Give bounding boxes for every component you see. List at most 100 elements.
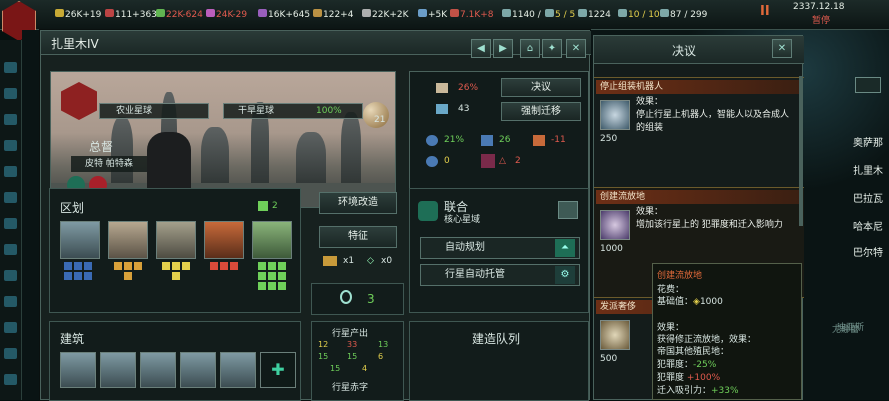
resource-research[interactable]: +5K [418, 9, 447, 20]
sector-manage-icon[interactable] [558, 201, 578, 219]
deposits-box[interactable]: 3 [311, 283, 404, 315]
minerals-icon [105, 9, 114, 17]
resource-capacity[interactable]: 87 / 299 [660, 9, 707, 20]
warning-icon: △ [499, 156, 506, 166]
housing-stat[interactable]: -11 [533, 135, 566, 146]
output-value: 6 [378, 352, 384, 361]
outliner-planet[interactable]: 奥萨那 [853, 134, 883, 149]
outliner-icon[interactable] [4, 348, 17, 359]
decision-cost: 500 [600, 354, 618, 364]
auto-manage-toggle[interactable]: 行星自动托管 ⚙ [420, 264, 580, 286]
trait-count-a[interactable]: x1 [323, 256, 354, 266]
close-icon[interactable]: ✕ [772, 39, 792, 58]
close-icon[interactable]: ✕ [566, 39, 586, 58]
auto-build-toggle[interactable]: 自动规划 ⏶ [420, 237, 580, 259]
capacity-icon [660, 9, 669, 17]
unemployed-stat[interactable]: △ 2 [481, 154, 521, 168]
next-planet-button[interactable]: ▶ [493, 39, 513, 58]
resource-influence[interactable]: 122+4 [313, 9, 353, 20]
outliner-icon[interactable] [4, 270, 17, 281]
resource-envoys[interactable]: 5 / 5 [545, 9, 575, 20]
outliner-icon[interactable] [4, 192, 17, 203]
trait-count-b[interactable]: ◇ x0 [367, 256, 392, 266]
outliner-icon[interactable] [4, 218, 17, 229]
outliner-icon[interactable] [4, 166, 17, 177]
output-value: 15 [318, 352, 329, 361]
outliner-icon[interactable] [4, 62, 17, 73]
industrial-district-tile[interactable] [108, 221, 148, 259]
gear-icon: ⚙ [555, 266, 575, 284]
mining-district-tile[interactable] [204, 221, 244, 259]
alloys-icon [258, 9, 267, 17]
building-slot[interactable] [220, 352, 256, 388]
fleet-icon [618, 9, 627, 17]
deficit-label: 行星赤字 [332, 383, 369, 393]
housing-icon [533, 135, 545, 146]
building-slot[interactable] [140, 352, 176, 388]
add-building-button[interactable]: ✚ [260, 352, 296, 388]
resource-pops[interactable]: 1140 / [502, 9, 541, 20]
luxury-icon [600, 320, 630, 350]
decision-cost: 1000 [600, 244, 623, 254]
unemployed-icon [481, 154, 495, 168]
building-slot[interactable] [60, 352, 96, 388]
resource-energy[interactable]: 26K+19 [55, 9, 101, 20]
generator-district-tile[interactable] [156, 221, 196, 259]
crime-stat[interactable]: 21% [426, 135, 464, 146]
designation-label[interactable]: 农业星球 [99, 103, 209, 119]
resource-unity[interactable]: 22K+2K [362, 9, 409, 20]
districts-panel: 区划 2 [49, 188, 301, 313]
outliner-icon[interactable] [4, 114, 17, 125]
chevron-up-icon: ⏶ [555, 239, 575, 257]
exile-colony-icon [600, 210, 630, 240]
resettle-button[interactable]: 强制迁移 [501, 102, 581, 121]
planet-view-icon[interactable]: ✦ [542, 39, 562, 58]
amenities-stat[interactable]: 43 [436, 104, 469, 114]
envoy-icon [545, 9, 554, 17]
decision-card[interactable]: 停止组装机器人 250 效果： 停止行星上机器人，智能人以及合成人的组装 [594, 77, 804, 187]
outliner-planet[interactable]: 巴尔特 [853, 244, 883, 259]
decision-tooltip: 创建流放地 花费： 基础值：◈1000 效果： 获得修正流放地，效果： 帝国其他… [652, 263, 802, 400]
pause-icon[interactable]: II [760, 5, 774, 19]
planet-list-icon[interactable] [855, 77, 881, 93]
outliner-planet[interactable]: 巴拉瓦 [853, 190, 883, 205]
outliner-icon[interactable] [4, 322, 17, 333]
decision-button[interactable]: 决议 [501, 78, 581, 97]
planet-header: 扎里木IV ◀ ▶ ⌂ ✦ ✕ [41, 31, 591, 58]
resource-consumer-goods[interactable]: 24K-29 [206, 9, 247, 20]
resource-minerals[interactable]: 111+363 [105, 9, 157, 20]
outliner-planet[interactable]: 扎里木 [853, 162, 883, 177]
resource-naval[interactable]: 1224 [578, 9, 611, 20]
prev-planet-button[interactable]: ◀ [471, 39, 491, 58]
paused-label: 暂停 [812, 16, 831, 26]
outliner-planet[interactable]: 哈本尼 [853, 218, 883, 233]
outliner-icon[interactable] [4, 88, 17, 99]
outliner-icon[interactable] [4, 374, 17, 385]
resource-food[interactable]: 22K-624 [156, 9, 203, 20]
game-date: 2337.12.18 [793, 2, 845, 12]
jobs-stat[interactable]: 26 [481, 135, 510, 146]
resource-alloys[interactable]: 16K+645 [258, 9, 310, 20]
building-slot[interactable] [100, 352, 136, 388]
influence-icon [313, 9, 322, 17]
farming-district-tile[interactable] [252, 221, 292, 259]
outliner-icon[interactable] [4, 296, 17, 307]
stability-stat[interactable]: 26% [436, 83, 478, 93]
traits-button[interactable]: 特征 [319, 226, 397, 248]
governor-name[interactable]: 皮特 帕特森 [71, 156, 147, 172]
outliner-icon[interactable] [4, 244, 17, 255]
city-district-tile[interactable] [60, 221, 100, 259]
queue-title: 建造队列 [472, 332, 521, 346]
planet-class-label[interactable]: 干旱星球 100% [223, 103, 363, 119]
outliner-icon[interactable] [4, 140, 17, 151]
minerals-output: 33 [347, 340, 358, 349]
capital-icon[interactable]: ⌂ [520, 39, 540, 58]
resource-fleet[interactable]: 10 / 10 [618, 9, 660, 20]
decision-title: 创建流放地 [596, 190, 802, 204]
building-slot[interactable] [180, 352, 216, 388]
consumer-goods-icon [206, 9, 215, 17]
free-housing-stat[interactable]: 0 [426, 156, 450, 167]
terraform-button[interactable]: 环境改造 [319, 192, 397, 214]
resource-strategic[interactable]: 7.1K+8 [450, 9, 493, 20]
decision-effect: 增加该行星上的 犯罪度和迁入影响力 [636, 220, 783, 230]
